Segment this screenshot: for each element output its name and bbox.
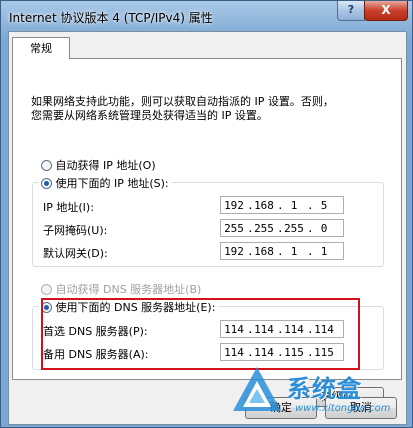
ip-octet: 168	[254, 198, 274, 212]
subnet-mask-label: 子网掩码(U):	[43, 224, 108, 237]
ip-octet: 5	[320, 198, 328, 212]
gateway-octet: 192	[224, 244, 244, 258]
dns-auto-option[interactable]: 自动获得 DNS 服务器地址(B)	[41, 281, 201, 297]
ip-octet: 1	[290, 198, 298, 212]
mask-octet: 255	[254, 221, 274, 235]
ip-auto-label: 自动获得 IP 地址(O)	[55, 159, 156, 172]
intro-text: 如果网络支持此功能，则可以获取自动指派的 IP 设置。否则， 您需要从网络系统管…	[31, 95, 391, 123]
highlight-box	[41, 298, 360, 370]
mask-octet: 0	[320, 221, 328, 235]
dns-auto-label: 自动获得 DNS 服务器地址(B)	[55, 283, 202, 296]
ip-manual-label: 使用下面的 IP 地址(S):	[55, 177, 169, 190]
ip-manual-radio[interactable]	[41, 178, 52, 189]
help-button[interactable]: ?	[337, 1, 365, 21]
ip-auto-option[interactable]: 自动获得 IP 地址(O)	[41, 157, 156, 173]
default-gateway-label: 默认网关(D):	[43, 247, 108, 260]
window-title: Internet 协议版本 4 (TCP/IPv4) 属性	[9, 11, 213, 25]
gateway-octet: 1	[290, 244, 298, 258]
gateway-octet: 168	[254, 244, 274, 258]
gateway-octet: 1	[320, 244, 328, 258]
watermark-icon	[233, 367, 281, 411]
intro-line-1: 如果网络支持此功能，则可以获取自动指派的 IP 设置。否则，	[31, 95, 334, 108]
mask-octet: 255	[224, 221, 244, 235]
ip-auto-radio[interactable]	[41, 160, 52, 171]
mask-octet: 255	[284, 221, 304, 235]
ip-manual-option[interactable]: 使用下面的 IP 地址(S):	[39, 175, 172, 191]
ip-address-label: IP 地址(I):	[43, 201, 94, 214]
subnet-mask-field[interactable]: 255. 255. 255. 0	[220, 219, 344, 237]
default-gateway-field[interactable]: 192. 168. 1. 1	[220, 242, 344, 260]
dns-auto-radio[interactable]	[41, 284, 52, 295]
tab-general[interactable]: 常规	[12, 37, 70, 59]
ip-address-field[interactable]: 192. 168. 1. 5	[220, 196, 344, 214]
intro-line-2: 您需要从网络系统管理员处获得适当的 IP 设置。	[31, 109, 268, 122]
watermark-brand: 系统盒	[287, 375, 362, 403]
watermark-logo: 系统盒 www.xitonghe.com	[229, 361, 409, 423]
dialog-window: Internet 协议版本 4 (TCP/IPv4) 属性 ? X 常规 如果网…	[0, 0, 413, 428]
close-button[interactable]: X	[364, 1, 408, 21]
ip-octet: 192	[224, 198, 244, 212]
watermark-url: www.xitonghe.com	[295, 403, 391, 414]
title-bar[interactable]: Internet 协议版本 4 (TCP/IPv4) 属性 ? X	[1, 1, 413, 31]
